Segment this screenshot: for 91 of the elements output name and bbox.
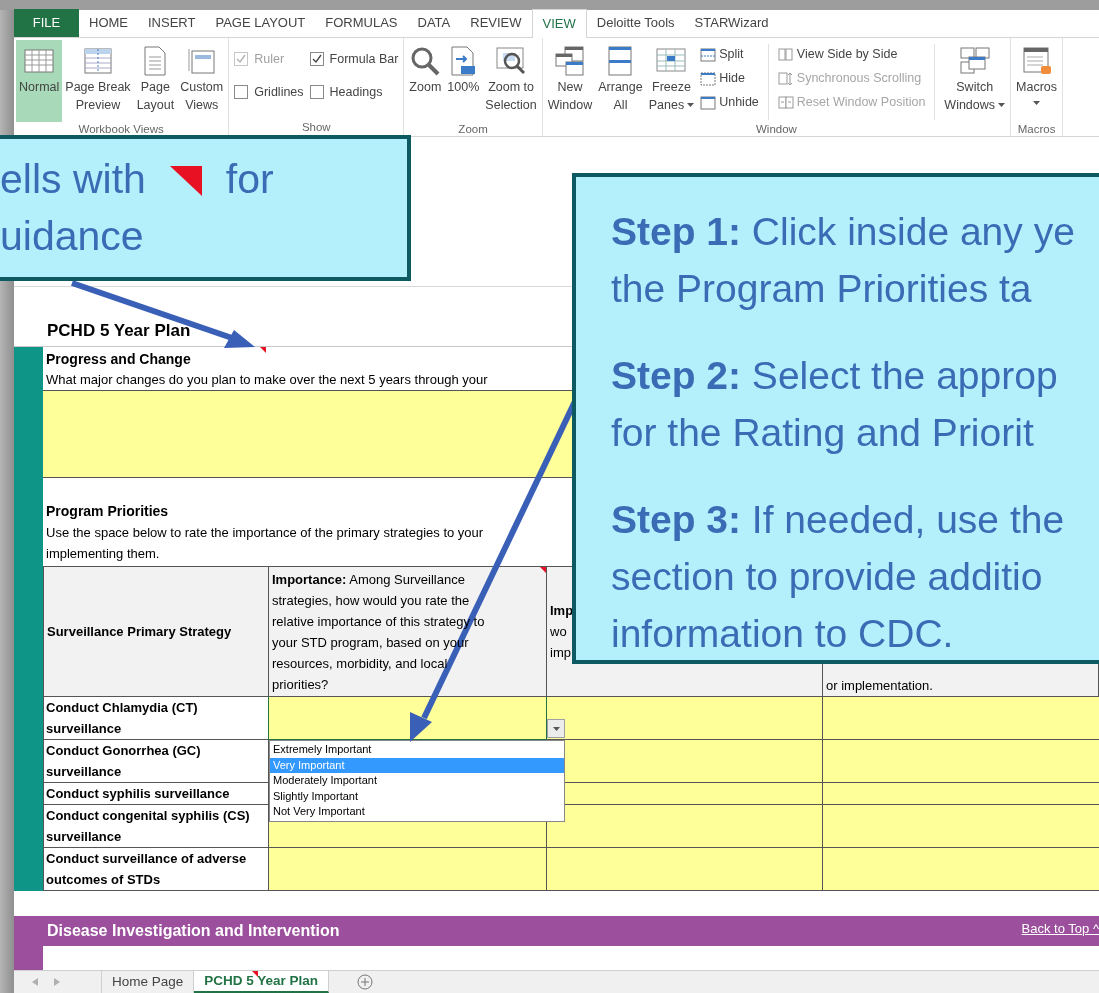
column-header-fragment: or implementation. bbox=[826, 677, 933, 695]
scroll-document-icon bbox=[1020, 45, 1053, 77]
dropdown-option[interactable]: Moderately Important bbox=[270, 773, 564, 789]
ribbon-button[interactable]: Hide bbox=[700, 68, 759, 89]
column-header: Surveillance Primary Strategy bbox=[47, 623, 232, 641]
ribbon-tab[interactable]: VIEW bbox=[531, 9, 587, 38]
dropdown-option[interactable]: Extremely Important bbox=[270, 742, 564, 758]
ribbon-button[interactable]: Arrange All bbox=[595, 40, 646, 122]
ribbon-button[interactable]: 100% bbox=[444, 40, 483, 122]
callout-text: uidance bbox=[0, 212, 145, 261]
callout-text: ells with bbox=[0, 155, 146, 204]
section-heading: Program Priorities bbox=[46, 502, 169, 521]
input-cell[interactable] bbox=[547, 697, 823, 740]
back-to-top-link[interactable]: Back to Top ^ bbox=[1021, 919, 1099, 939]
column-header-fragment: imp bbox=[550, 644, 571, 662]
instruction-text: implementing them. bbox=[46, 545, 160, 563]
split-window-icon bbox=[700, 46, 717, 63]
pages-icon bbox=[777, 46, 794, 63]
check-icon bbox=[311, 54, 322, 64]
window-icon bbox=[700, 94, 717, 111]
dropdown-list[interactable]: Extremely Important Very Important Moderately Important Slightly Important Not Very Important bbox=[269, 740, 565, 822]
column-header-fragment: Imp bbox=[550, 602, 574, 620]
dashed-window-icon bbox=[700, 70, 717, 87]
callout-text: Step 3: If needed, use the bbox=[611, 497, 1065, 543]
input-cell[interactable] bbox=[547, 848, 823, 891]
group-label: Workbook Views bbox=[77, 122, 165, 136]
callout-text: information to CDC. bbox=[611, 611, 954, 657]
input-cell[interactable] bbox=[823, 848, 1099, 891]
sheet-title: PCHD 5 Year Plan bbox=[47, 319, 191, 342]
caret-icon bbox=[552, 726, 560, 731]
question-text: What major changes do you plan to make over the next 5 years through your bbox=[46, 371, 488, 389]
ribbon-button[interactable]: Custom Views bbox=[177, 40, 227, 122]
pages-icon bbox=[777, 94, 794, 111]
ribbon-tab[interactable]: FORMULAS bbox=[315, 9, 408, 37]
grid-magnifier-icon bbox=[495, 45, 528, 77]
ribbon-tab[interactable]: DATA bbox=[407, 9, 461, 37]
input-cell[interactable] bbox=[823, 740, 1099, 783]
file-tab[interactable]: FILE bbox=[14, 9, 79, 37]
group-label: Show bbox=[300, 120, 332, 135]
input-cell[interactable] bbox=[547, 805, 823, 848]
callout-text: for bbox=[225, 155, 274, 204]
section-heading: Progress and Change bbox=[46, 350, 191, 369]
ribbon-tab[interactable]: HOME bbox=[79, 9, 138, 37]
ribbon-tab[interactable]: STARWizard bbox=[684, 9, 779, 37]
page-grid-icon bbox=[81, 45, 114, 77]
input-cell[interactable] bbox=[823, 805, 1099, 848]
ribbon-button[interactable]: Zoom bbox=[406, 40, 445, 122]
dropdown-option[interactable]: Slightly Important bbox=[270, 788, 564, 805]
checkbox[interactable]: Formula Bar bbox=[309, 44, 399, 74]
ribbon-tab[interactable]: REVIEW bbox=[460, 9, 532, 37]
ribbon-button[interactable]: Page Layout bbox=[133, 40, 178, 122]
table-cell: Conduct syphilis surveillance bbox=[44, 783, 269, 805]
dropdown-button[interactable] bbox=[547, 719, 565, 738]
ribbon-tab[interactable]: INSERT bbox=[138, 9, 206, 37]
pages-arrows-icon bbox=[777, 70, 794, 87]
ribbon-button[interactable]: New Window bbox=[544, 40, 596, 122]
callout-text: Step 1: Click inside any ye bbox=[611, 209, 1075, 255]
ribbon-button[interactable]: Unhide bbox=[700, 92, 759, 113]
magnifier-icon bbox=[409, 45, 442, 77]
dropdown-option[interactable]: Not Very Important bbox=[270, 804, 564, 820]
ribbon-button[interactable]: View Side by Side bbox=[777, 44, 926, 65]
group-label: Macros bbox=[1016, 122, 1057, 136]
callout-text: for the Rating and Priorit bbox=[611, 410, 1034, 456]
ribbon-button[interactable]: Page Break Preview bbox=[62, 40, 134, 122]
callout-text: Step 2: Select the approp bbox=[611, 353, 1058, 399]
ribbon-tab[interactable]: Deloitte Tools bbox=[586, 9, 685, 37]
instruction-text: Use the space below to rate the importance of the primary strategies to your bbox=[46, 524, 484, 542]
ribbon-button[interactable]: Normal bbox=[16, 40, 63, 122]
ribbon-button[interactable]: Switch Windows bbox=[941, 40, 1009, 122]
sheet-tab[interactable]: PCHD 5 Year Plan bbox=[194, 971, 330, 993]
group-label: Window bbox=[754, 122, 798, 136]
ribbon-button[interactable]: Zoom to Selection bbox=[482, 40, 540, 122]
checkbox[interactable]: Gridlines bbox=[234, 77, 304, 107]
checkbox[interactable]: Headings bbox=[309, 77, 399, 107]
group-label: Zoom bbox=[457, 122, 489, 136]
section-title: Disease Investigation and Intervention bbox=[47, 921, 340, 941]
check-icon bbox=[236, 54, 247, 64]
column-header-fragment: wo bbox=[550, 623, 567, 641]
ribbon-tab[interactable]: PAGE LAYOUT bbox=[205, 9, 316, 37]
input-cell[interactable] bbox=[269, 697, 547, 740]
input-cell[interactable] bbox=[823, 697, 1099, 740]
windows-icon bbox=[958, 45, 991, 77]
input-cell[interactable] bbox=[823, 783, 1099, 805]
ribbon-button[interactable]: Freeze Panes bbox=[645, 40, 698, 122]
ribbon-button[interactable]: Macros bbox=[1013, 40, 1061, 122]
ribbon-button[interactable]: Split bbox=[700, 44, 759, 65]
add-sheet-icon[interactable] bbox=[357, 974, 374, 990]
input-cell[interactable] bbox=[269, 848, 547, 891]
windows-icon bbox=[554, 45, 586, 77]
callout-text: the Program Priorities ta bbox=[611, 266, 1032, 312]
callout-text: section to provide additio bbox=[611, 554, 1043, 600]
